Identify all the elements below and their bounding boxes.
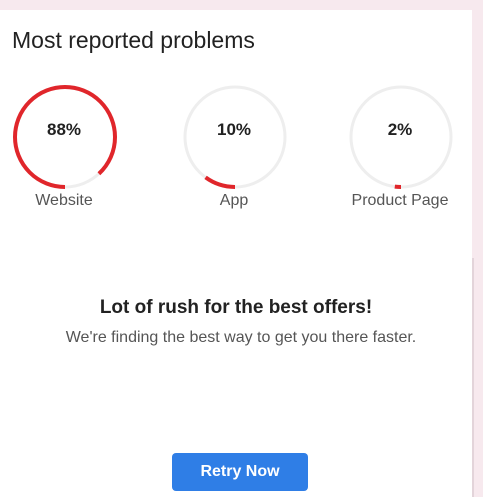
gauge-app: 10% App [180,82,310,212]
retry-now-button[interactable]: Retry Now [172,453,308,491]
gauge-label: Website [35,192,93,209]
side-divider [472,258,474,497]
message-subtext: We're finding the best way to get you th… [65,329,417,346]
gauge-product-page: 2% Product Page [346,82,476,212]
panel-title: Most reported problems [12,27,255,53]
gauge-percent: 10% [216,120,252,139]
gauge-label: Product Page [351,192,449,209]
message-headline: Lot of rush for the best offers! [99,297,373,318]
gauge-percent: 2% [387,120,413,139]
gauge-percent: 88% [46,120,82,139]
gauge-label: App [219,192,249,209]
gauge-website: 88% Website [10,82,140,212]
